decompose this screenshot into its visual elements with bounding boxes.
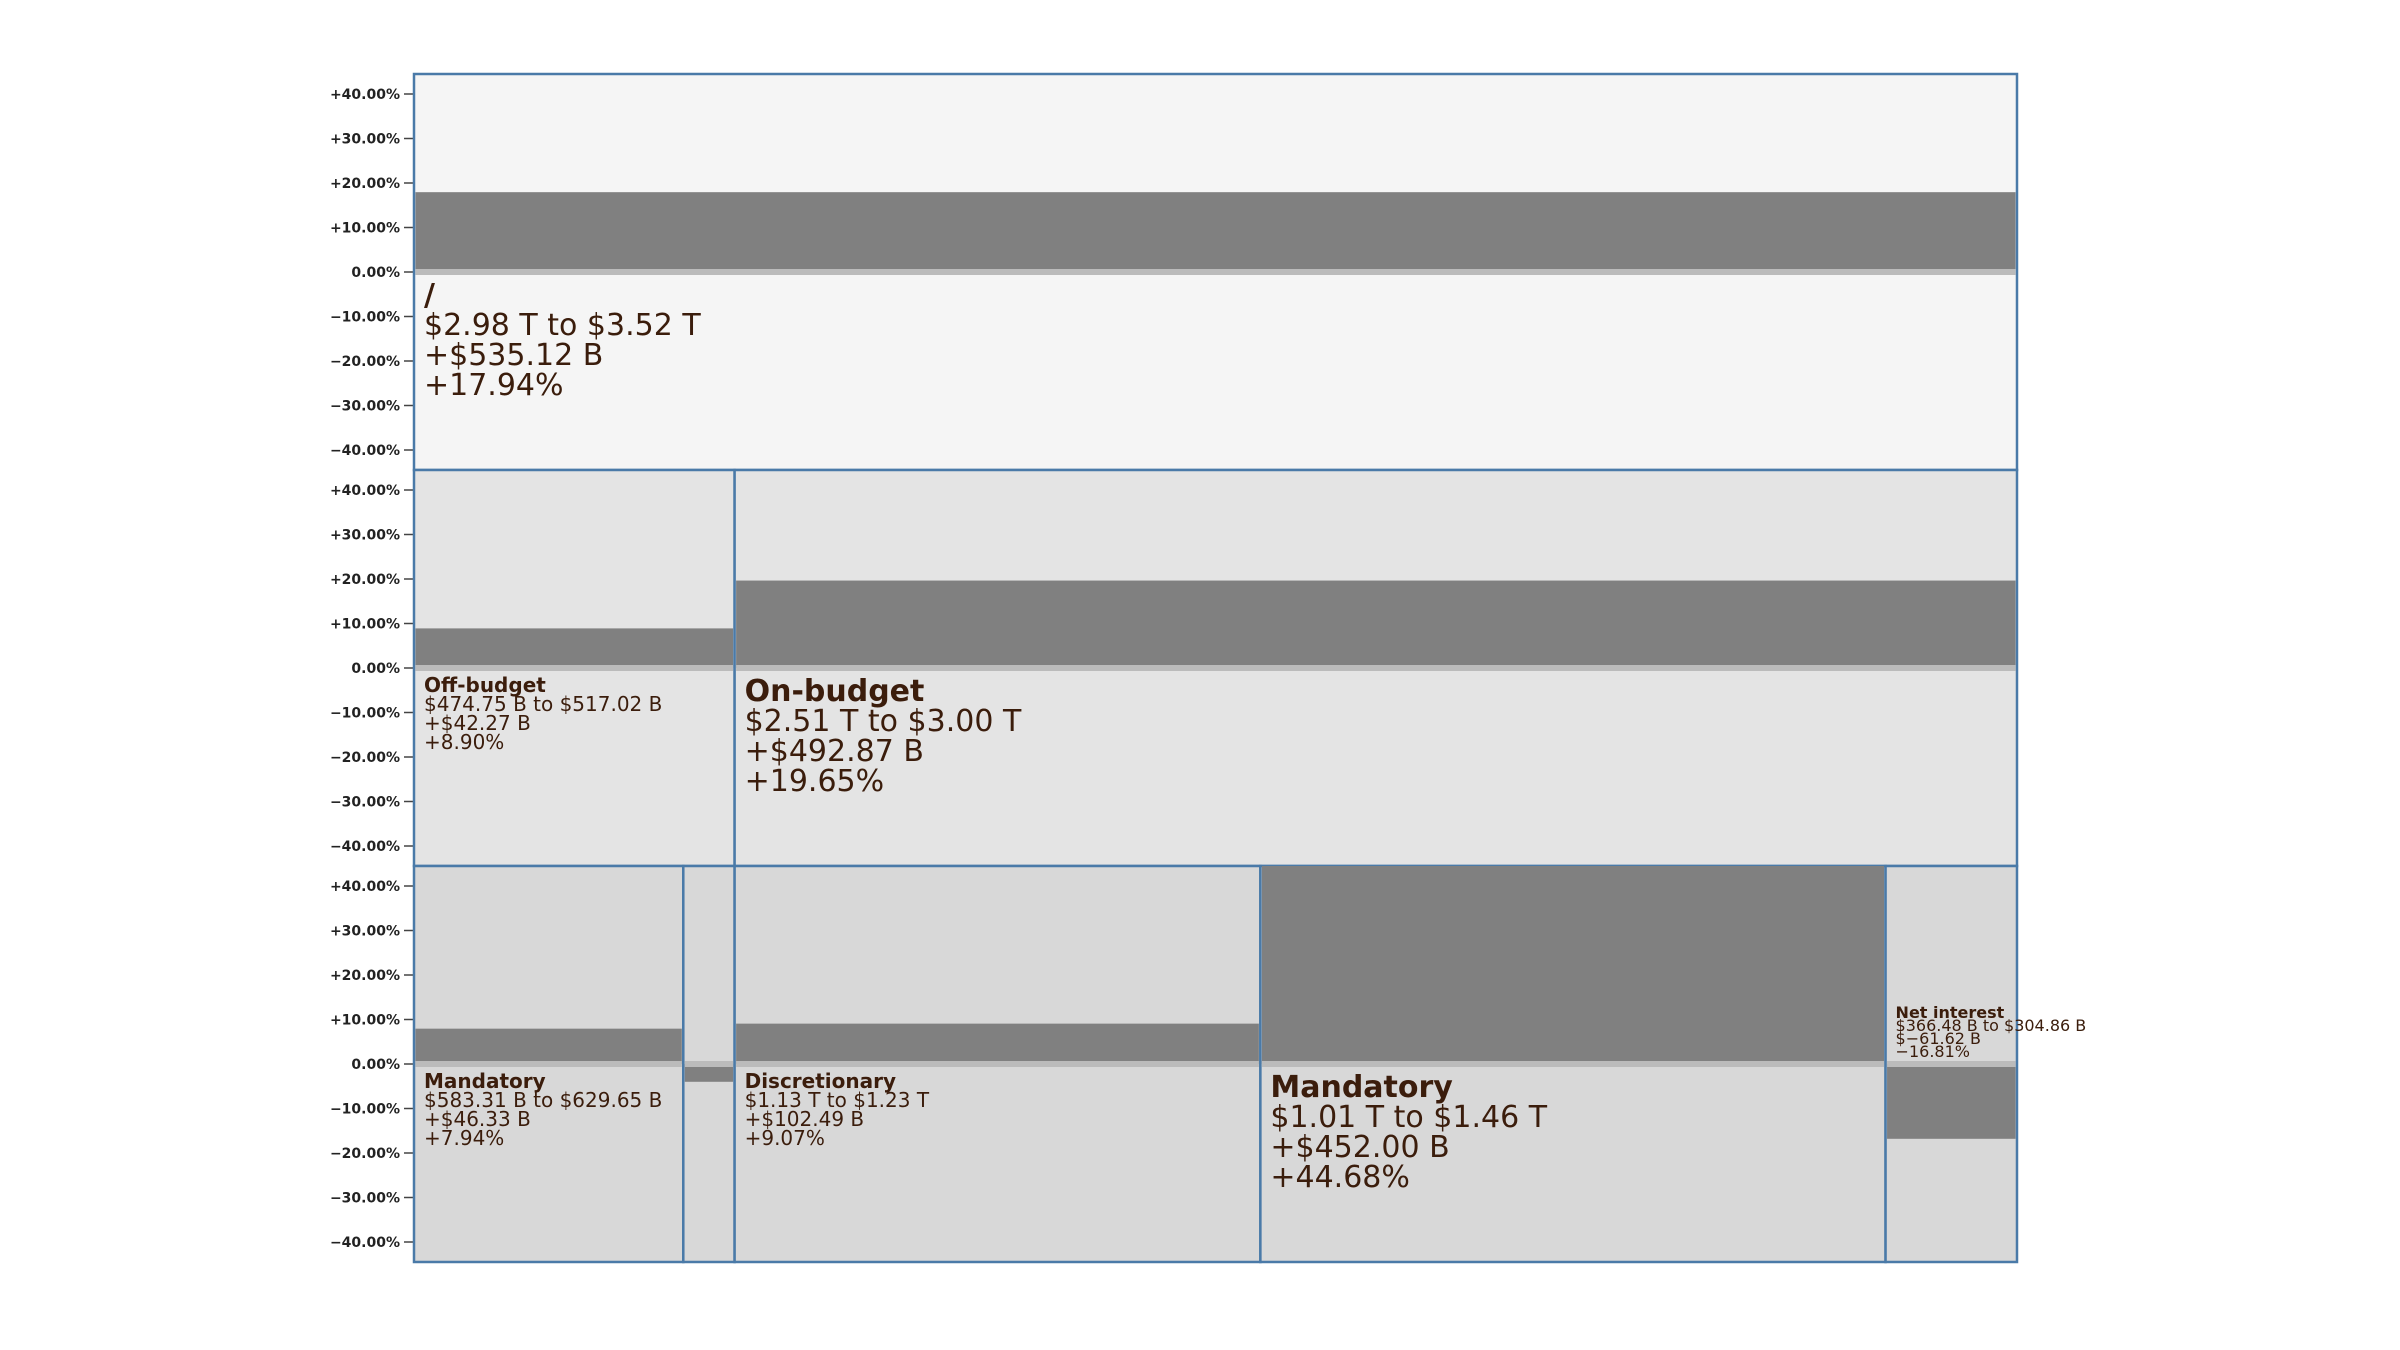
- y-tick-label: −20.00%: [330, 1146, 400, 1162]
- y-tick-label: −20.00%: [330, 354, 400, 370]
- cell-pct: +19.65%: [745, 764, 885, 799]
- y-tick-label: −40.00%: [330, 1235, 400, 1251]
- y-tick-label: +40.00%: [330, 879, 400, 895]
- value-bar: [415, 1028, 682, 1064]
- cell-net-interest: Net interest$366.48 B to $304.86 B$−61.6…: [1884, 864, 2086, 1264]
- cell-pct: −16.81%: [1896, 1042, 1970, 1061]
- zero-line: [1887, 1061, 2016, 1067]
- y-tick-label: 0.00%: [351, 265, 400, 281]
- zero-line: [1261, 1061, 1885, 1067]
- cell-on-budget: On-budget$2.51 T to $3.00 T+$492.87 B+19…: [733, 468, 2019, 868]
- y-tick-label: −30.00%: [330, 1191, 400, 1207]
- y-tick-label: 0.00%: [351, 661, 400, 677]
- zero-line: [415, 269, 2016, 275]
- y-tick-label: 0.00%: [351, 1057, 400, 1073]
- cell-discretionary: Discretionary$1.13 T to $1.23 T+$102.49 …: [733, 864, 1262, 1264]
- y-tick-label: +20.00%: [330, 176, 400, 192]
- zero-line: [415, 1061, 682, 1067]
- zero-line: [684, 1061, 734, 1067]
- y-tick-label: +10.00%: [330, 617, 400, 633]
- cell-pct: +44.68%: [1270, 1160, 1410, 1195]
- cell--: /$2.98 T to $3.52 T+$535.12 B+17.94%: [412, 72, 2019, 472]
- y-tick-label: −30.00%: [330, 795, 400, 811]
- level-0: +40.00% +30.00% +20.00% +10.00% 0.00% −10.00%…: [330, 72, 2019, 472]
- cell-pct: +9.07%: [745, 1126, 825, 1150]
- y-tick-label: −10.00%: [330, 310, 400, 326]
- y-tick-label: −20.00%: [330, 750, 400, 766]
- zero-line: [736, 665, 2016, 671]
- y-tick-label: −10.00%: [330, 706, 400, 722]
- y-tick-label: +10.00%: [330, 1013, 400, 1029]
- zero-line: [736, 1061, 1259, 1067]
- y-tick-label: +10.00%: [330, 221, 400, 237]
- y-tick-label: +20.00%: [330, 968, 400, 984]
- treemap-bar-chart: +40.00% +30.00% +20.00% +10.00% 0.00% −10.00%…: [330, 72, 2086, 1264]
- value-bar: [1261, 866, 1885, 1064]
- y-tick-label: −10.00%: [330, 1102, 400, 1118]
- level-2: +40.00% +30.00% +20.00% +10.00% 0.00% −10.00%…: [330, 864, 2086, 1264]
- value-bar: [415, 192, 2016, 272]
- y-tick-label: +20.00%: [330, 572, 400, 588]
- y-tick-label: −30.00%: [330, 399, 400, 415]
- y-tick-label: −40.00%: [330, 443, 400, 459]
- value-bar: [736, 1023, 1259, 1064]
- cell-pct: +8.90%: [424, 730, 504, 754]
- cell-pct: +7.94%: [424, 1126, 504, 1150]
- level-1: +40.00% +30.00% +20.00% +10.00% 0.00% −10.00%…: [330, 468, 2019, 868]
- y-tick-label: +40.00%: [330, 87, 400, 103]
- value-bar: [1887, 1064, 2016, 1139]
- value-bar: [415, 628, 734, 668]
- cell-unnamed: [682, 864, 736, 1264]
- y-tick-label: +30.00%: [330, 924, 400, 940]
- zero-line: [415, 665, 734, 671]
- value-bar: [736, 580, 2016, 668]
- cell-mandatory: Mandatory$583.31 B to $629.65 B+$46.33 B…: [412, 864, 685, 1264]
- cell-mandatory: Mandatory$1.01 T to $1.46 T+$452.00 B+44…: [1259, 864, 1887, 1264]
- y-tick-label: −40.00%: [330, 839, 400, 855]
- cell-pct: +17.94%: [424, 368, 564, 403]
- cell-off-budget: Off-budget$474.75 B to $517.02 B+$42.27 …: [412, 468, 736, 868]
- y-tick-label: +40.00%: [330, 483, 400, 499]
- y-tick-label: +30.00%: [330, 132, 400, 148]
- y-tick-label: +30.00%: [330, 528, 400, 544]
